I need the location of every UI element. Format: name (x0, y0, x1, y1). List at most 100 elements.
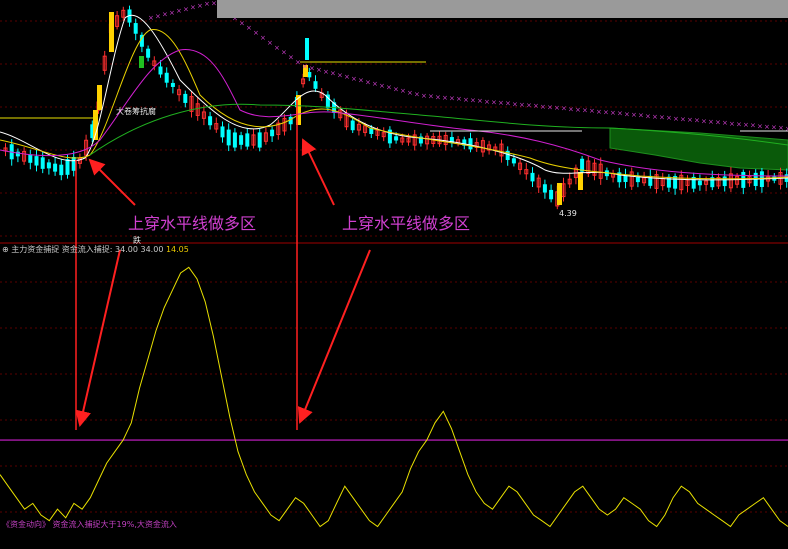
dot-marker: × (561, 105, 567, 113)
dot-marker: × (666, 114, 672, 122)
dot-marker: × (393, 85, 399, 93)
candle-body (697, 180, 702, 186)
dot-marker: × (715, 119, 721, 127)
candle-body (46, 162, 51, 169)
dot-marker: × (190, 4, 196, 12)
dot-marker: × (687, 116, 693, 124)
indicator-value-3: 14.05 (165, 245, 189, 254)
arrow (297, 249, 371, 424)
dot-marker: × (400, 87, 406, 95)
dot-marker: × (743, 121, 749, 129)
signal-candle (109, 12, 114, 52)
footer-legend: 《资金动向》 资金流入捕捉大于19%,大资金流入 (2, 519, 177, 530)
dot-marker: × (491, 98, 497, 106)
dot-marker: × (281, 49, 287, 57)
candle-body (511, 158, 516, 164)
dot-marker: × (358, 77, 364, 85)
candle-body (580, 158, 585, 172)
dot-marker: × (680, 115, 686, 123)
candle-body (170, 82, 175, 87)
dot-marker: × (533, 102, 539, 110)
dot-marker: × (631, 111, 637, 119)
dot-marker: × (372, 80, 378, 88)
dot-marker: × (183, 5, 189, 13)
dot-marker: × (603, 108, 609, 116)
dot-marker: × (694, 117, 700, 125)
arrow (75, 249, 121, 427)
dot-marker: × (428, 93, 434, 101)
candle-body (635, 177, 640, 183)
dot-marker: × (253, 29, 259, 37)
dot-marker: × (659, 114, 665, 122)
dot-marker: × (519, 101, 525, 109)
dot-marker: × (407, 89, 413, 97)
dot-marker: × (365, 78, 371, 86)
signal-candle (557, 183, 562, 205)
header-gray-block (217, 0, 788, 18)
dot-marker: × (617, 110, 623, 118)
dot-marker: × (638, 112, 644, 120)
footer-title: 《资金动向》 (2, 520, 50, 529)
arrow (88, 158, 136, 206)
dot-marker: × (414, 91, 420, 99)
candle-body (369, 127, 374, 134)
dot-marker: × (309, 64, 315, 72)
dot-marker: × (470, 97, 476, 105)
dot-marker: × (596, 108, 602, 116)
dot-marker: × (547, 103, 553, 111)
dot-marker: × (169, 9, 175, 17)
dot-marker: × (267, 39, 273, 47)
dot-marker: × (582, 107, 588, 115)
dot-marker: × (211, 0, 217, 8)
candle-body (239, 135, 244, 145)
dot-marker: × (344, 73, 350, 81)
dot-marker: × (456, 95, 462, 103)
dot-marker: × (323, 68, 329, 76)
cyan-candle (305, 38, 309, 60)
candle-body (65, 159, 70, 175)
low-price-mark: 4.39 (559, 209, 577, 218)
indicator-icon: ⊕ (2, 245, 12, 254)
candle-body (28, 154, 33, 163)
dot-marker: × (260, 34, 266, 42)
dot-marker: × (484, 98, 490, 106)
arrow (301, 138, 335, 206)
dot-marker: × (449, 95, 455, 103)
candle-body (530, 172, 535, 182)
dot-marker: × (526, 102, 532, 110)
candle-body (623, 174, 628, 182)
candle-body (350, 120, 355, 131)
dot-marker: × (155, 12, 161, 20)
indicator-subtitle: 资金流入捕捉 (61, 245, 110, 254)
dot-marker: × (386, 84, 392, 92)
signal-candle (578, 172, 583, 190)
dot-marker: × (708, 118, 714, 126)
dot-marker: × (498, 99, 504, 107)
dot-marker: × (463, 96, 469, 104)
dot-marker: × (246, 24, 252, 32)
dot-marker: × (750, 122, 756, 130)
candle-body (226, 129, 231, 146)
candle-body (722, 176, 727, 187)
chart-stage: × × × × × × × × × × × × × × × × × × × × × × × × × × × × × × × × × × × × × × × ×… (0, 0, 788, 545)
dot-marker: × (421, 92, 427, 100)
candle-body (307, 71, 312, 78)
dot-marker: × (295, 59, 301, 67)
dot-marker: × (505, 100, 511, 108)
dot-marker: × (575, 106, 581, 114)
candle-body (40, 157, 45, 169)
candle-body (549, 189, 554, 200)
dot-marker: × (204, 0, 210, 8)
dot-marker: × (435, 93, 441, 101)
candle-body (394, 136, 399, 141)
indicator-title-bar: ⊕ 主力资金捕捉 资金流入捕捉: 34.00 34.00 14.05 (2, 245, 189, 254)
candle-body (34, 156, 39, 166)
candle-body (313, 81, 318, 89)
dot-marker: × (757, 122, 763, 130)
dot-marker: × (645, 112, 651, 120)
candle-body (542, 184, 547, 193)
dot-marker: × (316, 66, 322, 74)
dot-marker: × (288, 54, 294, 62)
indicator-title: 主力资金捕捉 (11, 245, 60, 254)
dot-marker: × (379, 82, 385, 90)
